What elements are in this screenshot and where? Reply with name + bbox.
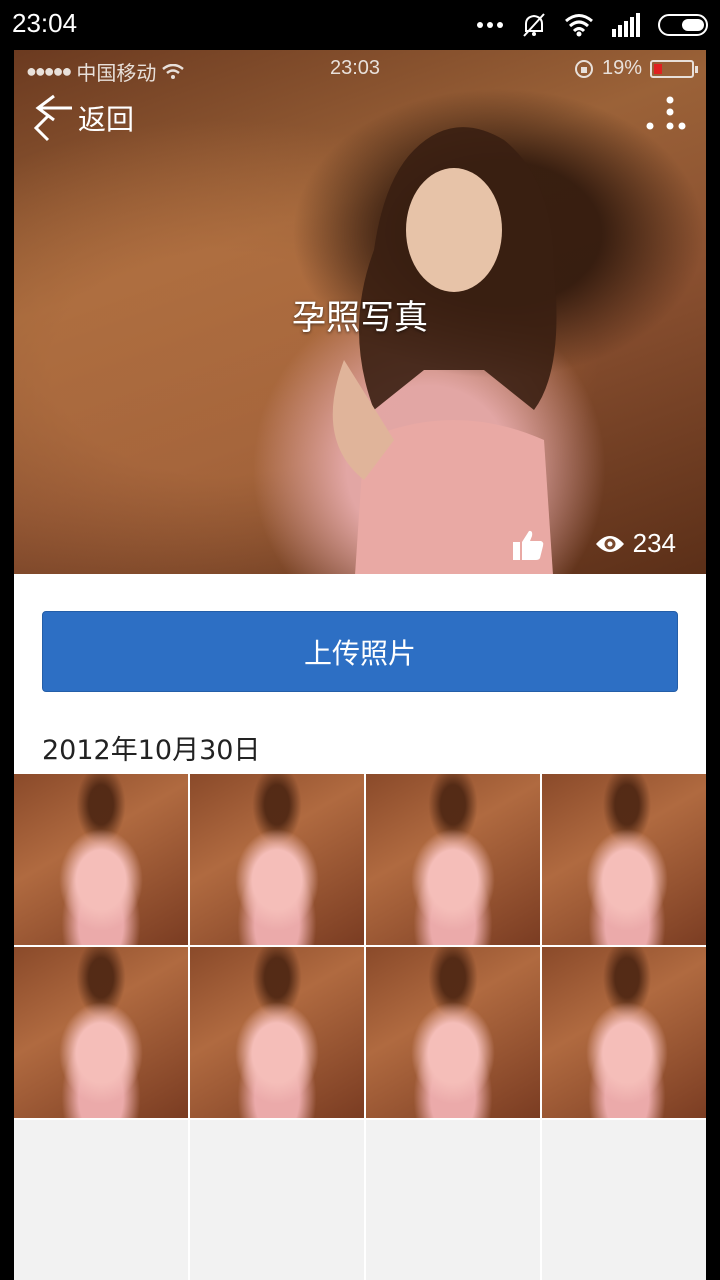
photo-thumbnail[interactable] (542, 774, 706, 945)
album-date: 2012年10月30日 (42, 735, 261, 766)
photo-placeholder (366, 1120, 540, 1280)
view-count-value: 234 (632, 528, 676, 558)
back-arrow-icon (33, 94, 72, 142)
photo-thumbnail[interactable] (190, 947, 364, 1118)
back-label: 返回 (78, 103, 135, 136)
system-status-bar: 23:04 (0, 0, 720, 50)
battery-percent: 19% (601, 57, 642, 79)
battery-icon (658, 14, 708, 36)
photo-thumbnail[interactable] (190, 774, 364, 945)
rotation-lock-icon (574, 59, 593, 78)
thumbs-up-icon[interactable] (511, 528, 545, 562)
album-title: 孕照写真 (292, 298, 428, 338)
carrier-name: 中国移动 (76, 63, 157, 85)
more-icon[interactable] (644, 96, 688, 136)
photo-thumbnail[interactable] (14, 947, 188, 1118)
photo-thumbnail[interactable] (366, 774, 540, 945)
inner-time: 23:03 (330, 57, 381, 79)
upload-photo-button[interactable]: 上传照片 (42, 611, 678, 692)
wifi-icon (565, 14, 593, 37)
inner-status-bar: ●●●●● 中国移动 23:03 19% (14, 50, 706, 90)
signal-icon (612, 13, 640, 37)
photo-thumbnail[interactable] (14, 774, 188, 945)
view-count: 234 (595, 528, 676, 559)
back-button[interactable]: 返回 (32, 88, 152, 148)
more-dots-icon (477, 22, 503, 28)
photo-placeholder (542, 1120, 706, 1280)
photo-placeholder (14, 1120, 188, 1280)
system-status-icons (476, 10, 710, 40)
photo-grid (14, 774, 706, 1280)
wifi-icon (162, 63, 185, 79)
photo-placeholder (190, 1120, 364, 1280)
mute-bell-icon (523, 13, 545, 37)
cover-photo (332, 127, 557, 574)
album-cover: ●●●●● 中国移动 23:03 19% 返回 孕照写真 234 (14, 50, 706, 574)
photo-thumbnail[interactable] (366, 947, 540, 1118)
signal-dots: ●●●●● (26, 61, 72, 81)
photo-thumbnail[interactable] (542, 947, 706, 1118)
battery-icon (650, 59, 698, 78)
eye-icon (595, 535, 624, 552)
app-screen: ●●●●● 中国移动 23:03 19% 返回 孕照写真 234 上传照片 20… (14, 50, 706, 1280)
system-time: 23:04 (12, 8, 78, 38)
